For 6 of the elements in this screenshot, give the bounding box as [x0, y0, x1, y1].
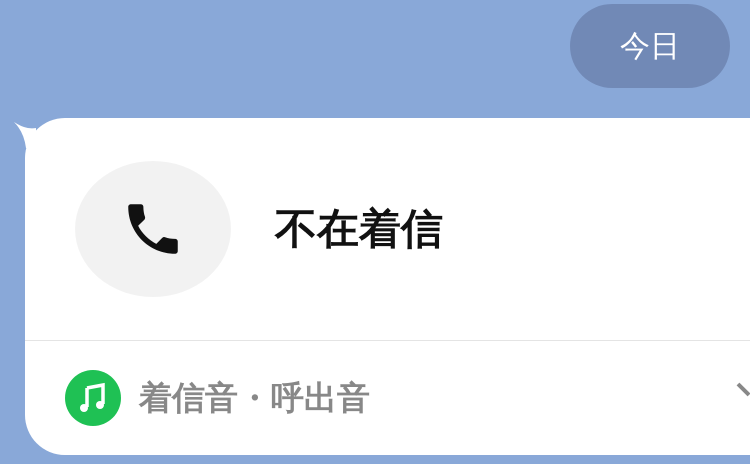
ringtone-label[interactable]: 着信音・呼出音	[139, 376, 370, 420]
call-title: 不在着信	[275, 203, 443, 255]
bubble-tail	[14, 122, 36, 148]
message-bubble[interactable]: 不在着信 着信音・呼出音	[25, 118, 750, 455]
date-badge: 今日	[570, 4, 730, 88]
music-note-icon	[65, 370, 121, 426]
